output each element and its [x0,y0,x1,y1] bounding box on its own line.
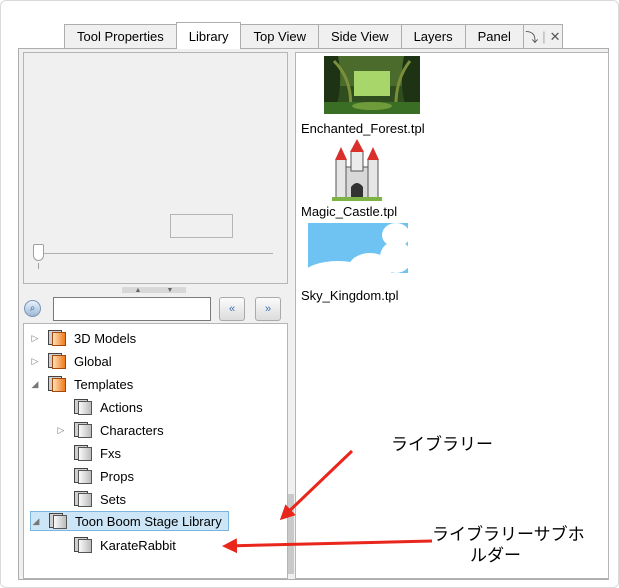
folder-icon [74,491,92,507]
tree-item-global[interactable]: ▷ Global [30,351,112,371]
thumbnail-preview [23,52,288,284]
preview-slider-thumb[interactable] [33,244,44,261]
tree-item-toon-boom-stage-library[interactable]: ◢ Toon Boom Stage Library [30,511,229,531]
tree-item-label: KarateRabbit [100,537,176,553]
tree-item-label: Global [74,353,112,369]
tab-layers[interactable]: Layers [400,24,466,48]
expand-icon[interactable]: ▷ [30,356,40,367]
preview-slider-track[interactable] [38,253,273,254]
tree-item-actions[interactable]: Actions [56,397,143,417]
tab-label: Top View [253,29,306,44]
folder-icon [48,376,66,392]
template-label: Enchanted_Forest.tpl [301,121,425,136]
pin-icon[interactable]: ⤵ [525,27,538,46]
forward-icon: » [264,303,272,315]
forest-thumbnail-icon [324,56,420,114]
back-button[interactable]: « [219,297,245,321]
separator: | [542,29,546,44]
tab-library[interactable]: Library [175,22,242,49]
expand-icon[interactable]: ▷ [30,333,40,344]
template-label: Sky_Kingdom.tpl [301,288,399,303]
tree-item-label: Sets [100,491,127,507]
tree-item-props[interactable]: Props [56,466,134,486]
folder-icon [74,537,92,553]
tree-item-label: Characters [100,422,164,438]
expand-icon[interactable]: ▷ [56,425,66,436]
back-icon: « [228,303,236,315]
folder-icon [74,468,92,484]
tab-panel[interactable]: Panel [464,24,524,48]
folder-icon [74,422,92,438]
forward-button[interactable]: » [255,297,281,321]
tab-controls: ⤵ | ✕ [522,24,563,48]
tab-label: Layers [413,29,453,44]
splitter-handle[interactable]: ▲ ▼ [122,286,186,294]
folder-icon [48,353,66,369]
close-icon[interactable]: ✕ [550,29,561,45]
folder-icon [49,513,67,529]
library-tree: ▷ 3D Models ▷ Global ◢ Templates Actions… [23,323,294,579]
tree-item-label: Props [100,468,134,484]
tree-item-label: Fxs [100,445,121,461]
tab-label: Panel [477,29,511,44]
collapse-icon[interactable]: ◢ [31,516,41,527]
tab-top-view[interactable]: Top View [240,24,319,48]
folder-icon [74,399,92,415]
tab-tool-properties[interactable]: Tool Properties [64,24,177,48]
slider-tick [38,263,39,269]
tab-label: Tool Properties [77,29,164,44]
search-input[interactable] [53,297,211,321]
down-arrow-icon: ▼ [166,286,174,294]
tree-item-label: Actions [100,399,143,415]
tree-item-templates[interactable]: ◢ Templates [30,374,133,394]
tree-item-karaterabbit[interactable]: KarateRabbit [56,535,176,555]
folder-icon [48,330,66,346]
tree-item-fxs[interactable]: Fxs [56,443,121,463]
tree-item-label: 3D Models [74,330,137,346]
tree-item-label: Toon Boom Stage Library [75,513,222,529]
tree-item-3d-models[interactable]: ▷ 3D Models [30,328,136,348]
template-label: Magic_Castle.tpl [301,204,398,219]
tab-bar: Tool Properties Library Top View Side Vi… [64,22,563,49]
collapse-icon[interactable]: ◢ [30,379,40,390]
castle-thumbnail-icon [332,139,382,201]
tab-label: Library [188,28,229,44]
preview-frame [170,214,233,238]
subfolder-callout-line2: ルダー [470,546,521,566]
tab-label: Side View [330,29,389,44]
tree-item-characters[interactable]: ▷ Characters [56,420,164,440]
tree-item-label: Templates [74,376,134,392]
folder-icon [74,445,92,461]
tree-item-sets[interactable]: Sets [56,489,126,509]
search-icon[interactable]: ⌕ [24,300,41,317]
tree-scrollbar[interactable] [288,494,294,574]
library-content: Enchanted_Forest.tpl Magic_Castle.tpl Sk… [295,52,609,579]
sky-thumbnail-icon [308,223,408,281]
tab-side-view[interactable]: Side View [317,24,402,48]
up-arrow-icon: ▲ [134,286,142,294]
library-callout: ライブラリー [391,435,493,455]
